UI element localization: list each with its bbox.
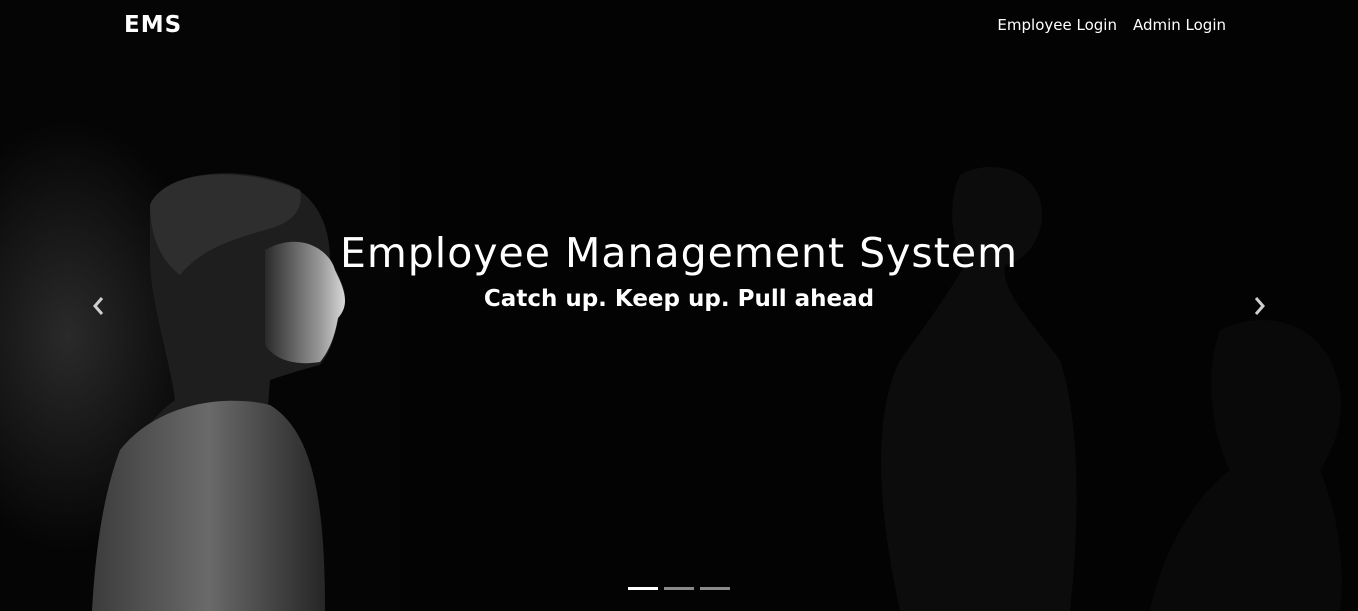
carousel-next-button[interactable]	[1240, 285, 1280, 327]
carousel-indicator-3[interactable]	[700, 587, 730, 590]
carousel-caption: Employee Management System Catch up. Kee…	[0, 224, 1358, 316]
carousel-indicators	[628, 587, 730, 590]
chevron-right-icon	[1254, 297, 1265, 315]
navbar: EMS Employee Login Admin Login	[0, 0, 1358, 54]
brand-logo[interactable]: EMS	[124, 12, 182, 38]
admin-login-link[interactable]: Admin Login	[1133, 16, 1226, 34]
hero-title: Employee Management System	[339, 229, 1019, 277]
carousel-indicator-2[interactable]	[664, 587, 694, 590]
chevron-left-icon	[93, 297, 104, 315]
hero-carousel: EMS Employee Login Admin Login Employee …	[0, 0, 1358, 611]
nav-links: Employee Login Admin Login	[997, 16, 1226, 34]
employee-login-link[interactable]: Employee Login	[997, 16, 1117, 34]
hero-subtitle: Catch up. Keep up. Pull ahead	[483, 286, 875, 312]
carousel-indicator-1[interactable]	[628, 587, 658, 590]
carousel-prev-button[interactable]	[78, 285, 118, 327]
